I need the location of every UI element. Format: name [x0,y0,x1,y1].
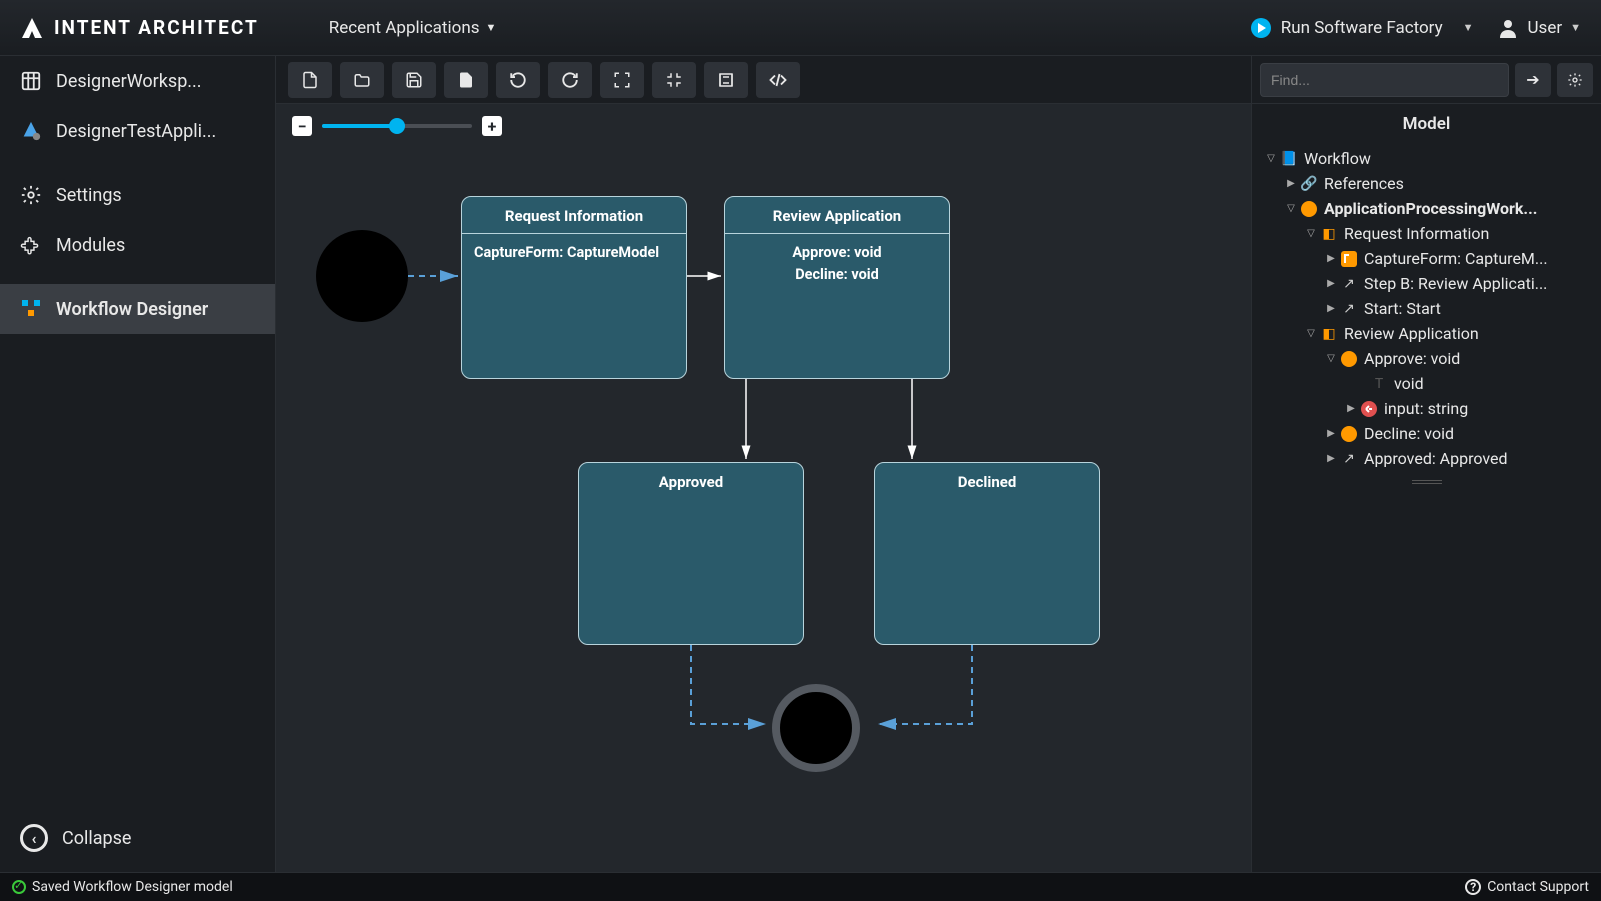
status-message: Saved Workflow Designer model [32,879,233,895]
save-button[interactable] [392,62,436,98]
panel-title: Model [1252,104,1601,142]
gear-icon [1567,72,1583,88]
workflow-icon [20,298,42,320]
node-approved[interactable]: Approved [578,462,804,645]
settings-gear-button[interactable] [1557,63,1593,97]
brand-text: INTENT ARCHITECT [54,16,259,39]
recent-apps-dropdown[interactable]: Recent Applications ▼ [329,18,497,38]
tree-decline[interactable]: ▶Decline: void [1258,421,1595,446]
tree-request-info[interactable]: ▽◧Request Information [1258,221,1595,246]
grid-icon [20,70,42,92]
tree-captureform[interactable]: ▶CaptureForm: CaptureM... [1258,246,1595,271]
folder-icon [353,71,371,89]
sidebar-item-workspace[interactable]: DesignerWorksp... [0,56,275,106]
redo-button[interactable] [548,62,592,98]
caret-down-icon: ▼ [1570,21,1581,34]
tree-step-b[interactable]: ▶↗Step B: Review Applicati... [1258,271,1595,296]
run-factory-caret-icon[interactable]: ▼ [1463,21,1474,34]
caret-down-icon: ▼ [485,21,496,34]
logo-icon [20,16,44,40]
panel-divider[interactable] [1252,477,1601,483]
puzzle-icon [20,234,42,256]
diagram[interactable]: Request Information CaptureForm: Capture… [276,104,1251,872]
expand-icon [613,71,631,89]
success-icon [12,880,26,894]
search-go-button[interactable]: ➔ [1515,63,1551,97]
top-bar: INTENT ARCHITECT Recent Applications ▼ R… [0,0,1601,56]
sidebar-item-modules[interactable]: Modules [0,220,275,270]
undo-button[interactable] [496,62,540,98]
search-input[interactable] [1260,63,1509,97]
node-request-information[interactable]: Request Information CaptureForm: Capture… [461,196,687,379]
model-tree: ▽📘Workflow ▶🔗References ▽ApplicationProc… [1252,142,1601,475]
open-button[interactable] [340,62,384,98]
tree-void[interactable]: Tvoid [1258,371,1595,396]
gear-icon [20,184,42,206]
save-icon [405,71,423,89]
user-icon [1496,16,1520,40]
collapse-button[interactable] [652,62,696,98]
status-bar: Saved Workflow Designer model ? Contact … [0,872,1601,901]
file-icon [301,71,319,89]
start-node[interactable] [316,230,408,322]
node-declined[interactable]: Declined [874,462,1100,645]
tree-start[interactable]: ▶↗Start: Start [1258,296,1595,321]
sidebar-item-settings[interactable]: Settings [0,170,275,220]
tree-approved[interactable]: ▶↗Approved: Approved [1258,446,1595,471]
chevron-left-icon: ‹ [20,824,48,852]
app-icon [20,120,42,142]
end-node[interactable] [772,684,860,772]
tree-references[interactable]: ▶🔗References [1258,171,1595,196]
layout-icon [717,71,735,89]
sidebar-item-app[interactable]: DesignerTestAppli... [0,106,275,156]
code-button[interactable] [756,62,800,98]
node-review-application[interactable]: Review Application Approve: void Decline… [724,196,950,379]
tree-app-processing[interactable]: ▽ApplicationProcessingWork... [1258,196,1595,221]
sidebar-item-workflow-designer[interactable]: Workflow Designer [0,284,275,334]
logo[interactable]: INTENT ARCHITECT [20,16,259,40]
run-software-factory-button[interactable]: Run Software Factory [1251,18,1443,38]
tree-review[interactable]: ▽◧Review Application [1258,321,1595,346]
collapse-icon [665,71,683,89]
export-icon [457,71,475,89]
canvas-toolbar [276,56,1251,104]
collapse-sidebar-button[interactable]: ‹ Collapse [0,808,275,872]
tree-input[interactable]: ▶input: string [1258,396,1595,421]
undo-icon [509,71,527,89]
new-file-button[interactable] [288,62,332,98]
play-icon [1251,18,1271,38]
user-menu[interactable]: User ▼ [1496,16,1581,40]
canvas-area[interactable]: − + Request Informa [276,56,1251,872]
redo-icon [561,71,579,89]
tree-workflow[interactable]: ▽📘Workflow [1258,146,1595,171]
help-icon: ? [1465,879,1481,895]
tree-approve[interactable]: ▽Approve: void [1258,346,1595,371]
layout-button[interactable] [704,62,748,98]
code-icon [769,71,787,89]
left-sidebar: DesignerWorksp... DesignerTestAppli... S… [0,56,276,872]
right-panel: ➔ Model ▽📘Workflow ▶🔗References ▽Applica… [1251,56,1601,872]
expand-button[interactable] [600,62,644,98]
export-button[interactable] [444,62,488,98]
contact-support-link[interactable]: ? Contact Support [1465,879,1589,895]
